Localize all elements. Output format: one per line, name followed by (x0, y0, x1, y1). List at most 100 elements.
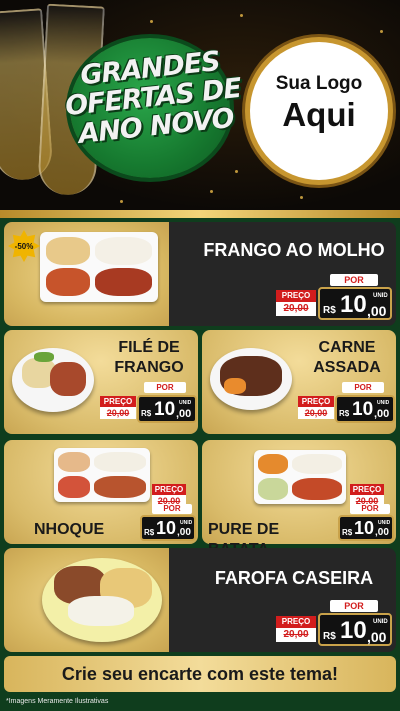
product-name: FAROFA CASEIRA (214, 568, 374, 588)
food-item-image (94, 476, 146, 498)
unid-label: UNID (373, 619, 388, 625)
preco-label: PREÇO (276, 290, 316, 302)
new-price-decimal: ,00 (375, 527, 389, 538)
old-price-value: 20,00 (283, 629, 309, 640)
por-label: POR (342, 382, 384, 393)
currency-label: R$ (144, 528, 155, 537)
por-label: POR (144, 382, 186, 393)
unid-label: UNID (377, 400, 390, 406)
new-price: R$ 10 ,00 UNID (137, 395, 197, 423)
food-item-image (50, 362, 86, 396)
food-bowl-image (12, 348, 94, 412)
product-card: CARNE ASSADA POR PREÇO 20,00 R$ 10 ,00 U… (202, 330, 396, 434)
currency-label: R$ (323, 631, 336, 642)
footnote: *Imagens Meramente Ilustrativas (6, 698, 109, 705)
food-item-image (292, 454, 342, 474)
product-name: FRANGO AO MOLHO (203, 240, 385, 260)
new-price: R$ 10 ,00 UNID (318, 613, 392, 646)
old-price: 20,00 (100, 407, 136, 419)
price-tag: POR PREÇO 20,00 R$ 10 ,00 UNID (274, 272, 394, 322)
new-price-decimal: ,00 (374, 408, 390, 420)
product-card: FILÉ DE FRANGO POR PREÇO 20,00 R$ 10 ,00… (4, 330, 198, 434)
old-price-value: 20,00 (106, 408, 130, 418)
sparkle-decoration (210, 190, 213, 193)
unid-label: UNID (373, 293, 388, 299)
food-item-image (292, 478, 342, 500)
por-label: POR (350, 504, 390, 514)
food-item-image (224, 378, 246, 394)
new-price-integer: 10 (352, 399, 374, 420)
old-price-value: 20,00 (304, 408, 328, 418)
por-label: POR (330, 600, 378, 612)
product-name: FILÉ DE FRANGO (100, 338, 198, 378)
food-item-image (58, 476, 90, 498)
currency-label: R$ (141, 409, 152, 418)
food-item-image (46, 268, 90, 296)
food-item-image (258, 478, 288, 500)
logo-line1: Sua Logo (275, 73, 363, 94)
unid-label: UNID (180, 520, 193, 526)
new-price-integer: 10 (154, 399, 176, 420)
sparkle-decoration (150, 20, 153, 23)
food-item-image (258, 454, 288, 474)
product-card: FRANGO AO MOLHO POR PREÇO 20,00 R$ 10 ,0… (4, 222, 396, 326)
sparkle-decoration (240, 14, 243, 17)
food-item-image (46, 237, 90, 265)
new-price-decimal: ,00 (176, 408, 192, 420)
food-tray-image (254, 450, 346, 504)
header-banner: GRANDES OFERTAS DE ANO NOVO Sua Logo Aqu… (0, 0, 400, 212)
price-tag: POR PREÇO 20,00 R$ 10 ,00 UNID (298, 382, 395, 428)
sparkle-decoration (235, 170, 238, 173)
preco-label: PREÇO (276, 616, 316, 628)
old-price: 20,00 (298, 407, 334, 419)
new-price-decimal: ,00 (367, 303, 387, 319)
price-tag: POR PREÇO 20,00 R$ 10 ,00 UNID (274, 598, 394, 648)
new-price-integer: 10 (354, 518, 375, 538)
product-name-line2: ASSADA (313, 359, 381, 376)
new-price-integer: 10 (156, 518, 177, 538)
unid-label: UNID (378, 520, 391, 526)
food-item-image (95, 237, 152, 265)
new-price: R$ 10 ,00 UNID (318, 287, 392, 320)
food-tray-image (40, 232, 158, 302)
unid-label: UNID (179, 400, 192, 406)
promo-title: GRANDES OFERTAS DE ANO NOVO (63, 45, 243, 150)
food-bowl-image (210, 348, 292, 410)
old-price-value: 20,00 (283, 303, 309, 314)
logo-placeholder-text: Sua Logo Aqui (250, 72, 388, 134)
new-price-integer: 10 (340, 617, 367, 644)
por-label: POR (152, 504, 192, 514)
new-price-decimal: ,00 (177, 527, 191, 538)
new-price-decimal: ,00 (367, 629, 387, 645)
product-name-line1: CARNE (318, 339, 376, 356)
food-item-image (34, 352, 54, 362)
product-name-line1: FILÉ DE (118, 339, 180, 356)
price-tag: POR PREÇO 20,00 R$ 10 ,00 UNID (100, 382, 197, 428)
new-price: R$ 10 ,00 UNID (140, 515, 196, 541)
logo-line2: Aqui (282, 96, 356, 133)
new-price-tag: POR R$ 10 ,00 UNID (336, 504, 396, 542)
product-name: NHOQUE (34, 521, 105, 538)
old-price: 20,00 (276, 628, 316, 642)
currency-label: R$ (323, 305, 336, 316)
product-name-line2: FRANGO (114, 359, 184, 376)
new-price-integer: 10 (340, 291, 367, 318)
currency-label: R$ (342, 528, 353, 537)
product-name: CARNE ASSADA (298, 338, 396, 378)
product-card: FAROFA CASEIRA POR PREÇO 20,00 R$ 10 ,00… (4, 548, 396, 652)
por-label: POR (330, 274, 378, 286)
product-card: PREÇO 20,00 PURE DE BATATA POR R$ 10 ,00… (202, 440, 396, 558)
sparkle-decoration (380, 30, 383, 33)
food-item-image (58, 452, 90, 472)
sparkle-decoration (120, 200, 123, 203)
food-item-image (68, 596, 134, 626)
food-tray-image (54, 448, 150, 502)
food-bowl-image (42, 558, 162, 642)
product-card: PREÇO 20,00 NHOQUE POR R$ 10 ,00 UNID (4, 440, 198, 544)
old-price: 20,00 (276, 302, 316, 316)
cta-banner[interactable]: Crie seu encarte com este tema! (4, 656, 396, 692)
new-price: R$ 10 ,00 UNID (335, 395, 395, 423)
currency-label: R$ (339, 409, 350, 418)
new-price-tag: POR R$ 10 ,00 UNID (138, 504, 198, 542)
food-item-image (94, 452, 146, 472)
